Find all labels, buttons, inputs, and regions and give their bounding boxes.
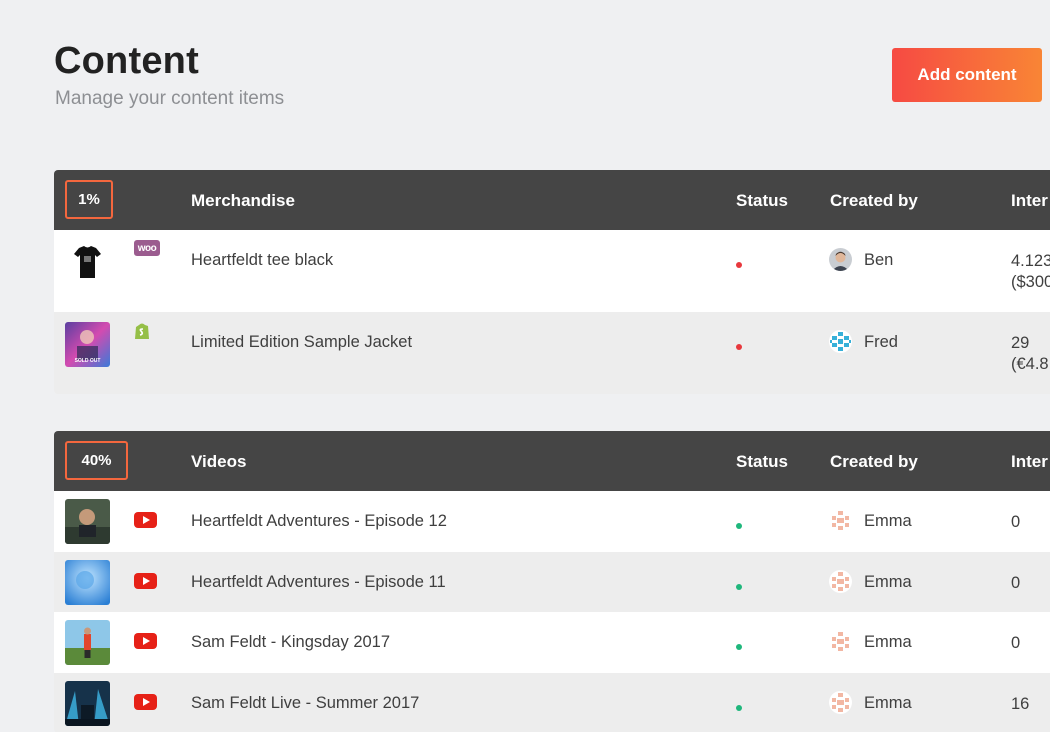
created-by-column-header[interactable]: Created by (830, 452, 918, 472)
interactions-column-header[interactable]: Inter (1011, 452, 1048, 472)
shopify-icon (134, 322, 150, 345)
product-thumbnail: SOLD OUT (65, 322, 110, 367)
interactions-count: 29 (1011, 334, 1030, 352)
interactions-column-header[interactable]: Inter (1011, 191, 1048, 211)
merchandise-section: 1% Merchandise Status Created by Inter w… (54, 170, 1050, 394)
interactions-value: 0 (1011, 573, 1021, 592)
status-column-header[interactable]: Status (736, 452, 788, 472)
video-thumbnail (65, 499, 110, 544)
youtube-icon (134, 572, 157, 589)
created-by-column-header[interactable]: Created by (830, 191, 918, 211)
creator-name: Emma (864, 572, 912, 591)
add-content-button[interactable]: Add content (892, 48, 1042, 102)
youtube-icon (134, 633, 157, 649)
item-name[interactable]: Heartfeldt Adventures - Episode 12 (191, 512, 447, 531)
item-name[interactable]: Heartfeldt Adventures - Episode 11 (191, 573, 446, 592)
table-row[interactable]: woo Heartfeldt tee black Ben 4.123 ($300 (54, 230, 1050, 312)
avatar (829, 330, 852, 353)
videos-section: 40% Videos Status Created by Inter Heart… (54, 431, 1050, 732)
creator-name: Ben (864, 251, 894, 269)
status-dot (736, 583, 742, 590)
interactions-count: 4.123 (1011, 252, 1050, 270)
video-thumbnail (65, 559, 110, 605)
youtube-icon (134, 693, 157, 710)
section-title[interactable]: Merchandise (191, 191, 295, 211)
avatar (829, 509, 852, 532)
table-row[interactable]: Heartfeldt Adventures - Episode 11 Emma … (54, 551, 1050, 612)
status-column-header[interactable]: Status (736, 191, 788, 211)
interactions-value: 16 (1011, 694, 1030, 713)
youtube-icon (134, 512, 157, 528)
status-dot (736, 344, 742, 350)
product-thumbnail (65, 240, 110, 285)
creator-name: Emma (864, 693, 912, 712)
avatar (829, 690, 852, 714)
woocommerce-icon: woo (134, 240, 160, 256)
status-dot (736, 704, 742, 711)
interactions-value: 0 (1011, 634, 1021, 652)
page-subtitle: Manage your content items (55, 88, 285, 109)
interactions-revenue: ($300 (1011, 273, 1050, 291)
interactions-revenue: (€4.8 (1011, 355, 1049, 373)
section-title[interactable]: Videos (191, 452, 246, 472)
avatar (829, 630, 852, 653)
table-row[interactable]: Sam Feldt - Kingsday 2017 Emma 0 (54, 612, 1050, 673)
item-name[interactable]: Limited Edition Sample Jacket (191, 333, 412, 352)
item-name[interactable]: Sam Feldt Live - Summer 2017 (191, 694, 419, 713)
merchandise-table-header: 1% Merchandise Status Created by Inter (54, 170, 1050, 230)
sold-out-text: SOLD OUT (75, 358, 101, 364)
status-dot (736, 644, 742, 650)
avatar (829, 248, 852, 271)
status-dot (736, 262, 742, 268)
table-row[interactable]: Sam Feldt Live - Summer 2017 Emma 16 (54, 672, 1050, 732)
item-name[interactable]: Heartfeldt tee black (191, 251, 333, 270)
item-name[interactable]: Sam Feldt - Kingsday 2017 (191, 633, 390, 652)
status-dot (736, 523, 742, 529)
creator-name: Emma (864, 633, 912, 651)
percent-badge: 40% (65, 441, 128, 480)
percent-badge: 1% (65, 180, 113, 219)
video-thumbnail (65, 680, 110, 726)
videos-table-header: 40% Videos Status Created by Inter (54, 431, 1050, 491)
creator-name: Emma (864, 512, 912, 530)
video-thumbnail (65, 620, 110, 665)
interactions-value: 4.123 ($300 (1011, 251, 1050, 293)
table-row[interactable]: SOLD OUT Limited Edition Sample Jacket F… (54, 312, 1050, 394)
page-title: Content (54, 40, 199, 82)
interactions-value: 29 (€4.8 (1011, 333, 1049, 375)
avatar (829, 569, 852, 593)
interactions-value: 0 (1011, 513, 1021, 531)
creator-name: Fred (864, 333, 898, 351)
table-row[interactable]: Heartfeldt Adventures - Episode 12 Emma … (54, 491, 1050, 552)
